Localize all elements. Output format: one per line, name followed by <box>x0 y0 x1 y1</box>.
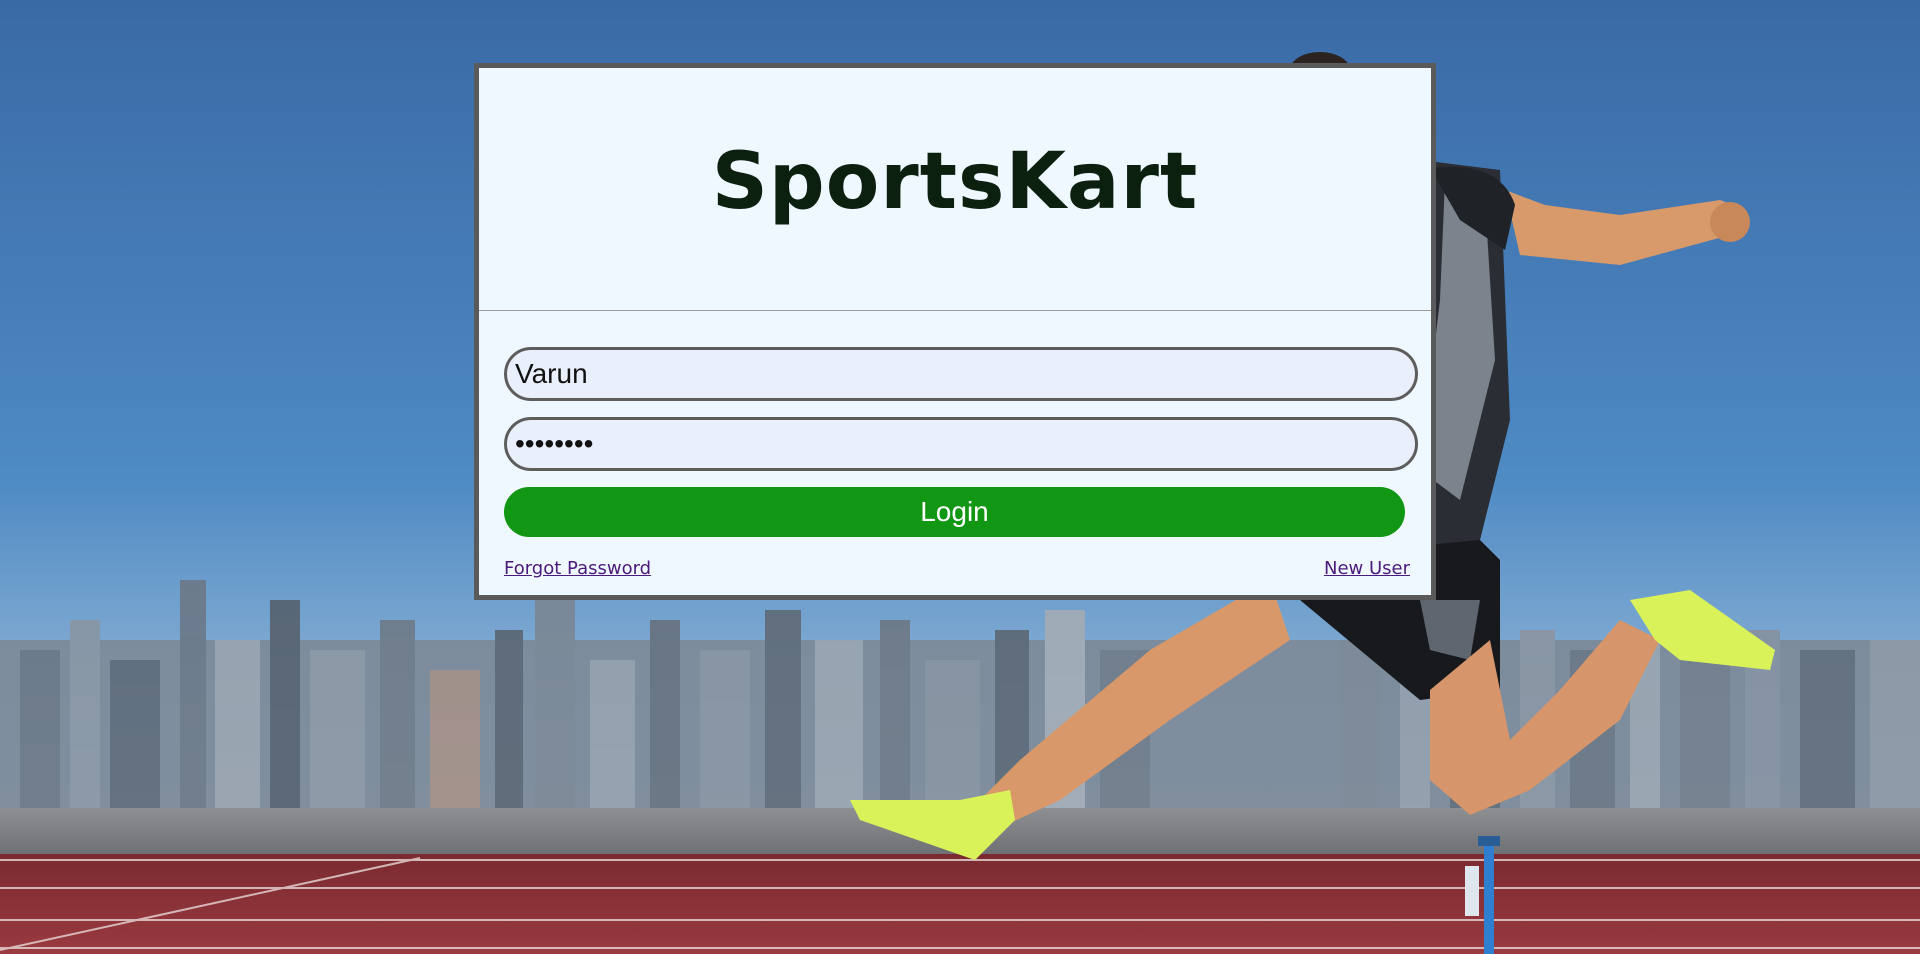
username-field[interactable] <box>504 347 1418 401</box>
card-header: SportsKart <box>479 68 1431 311</box>
new-user-link[interactable]: New User <box>1324 558 1410 579</box>
password-field[interactable] <box>504 417 1418 471</box>
brand-title: SportsKart <box>711 137 1199 227</box>
login-button[interactable]: Login <box>504 487 1405 537</box>
login-card: SportsKart Login Forgot Password New Use… <box>474 63 1436 600</box>
forgot-password-link[interactable]: Forgot Password <box>504 558 651 579</box>
